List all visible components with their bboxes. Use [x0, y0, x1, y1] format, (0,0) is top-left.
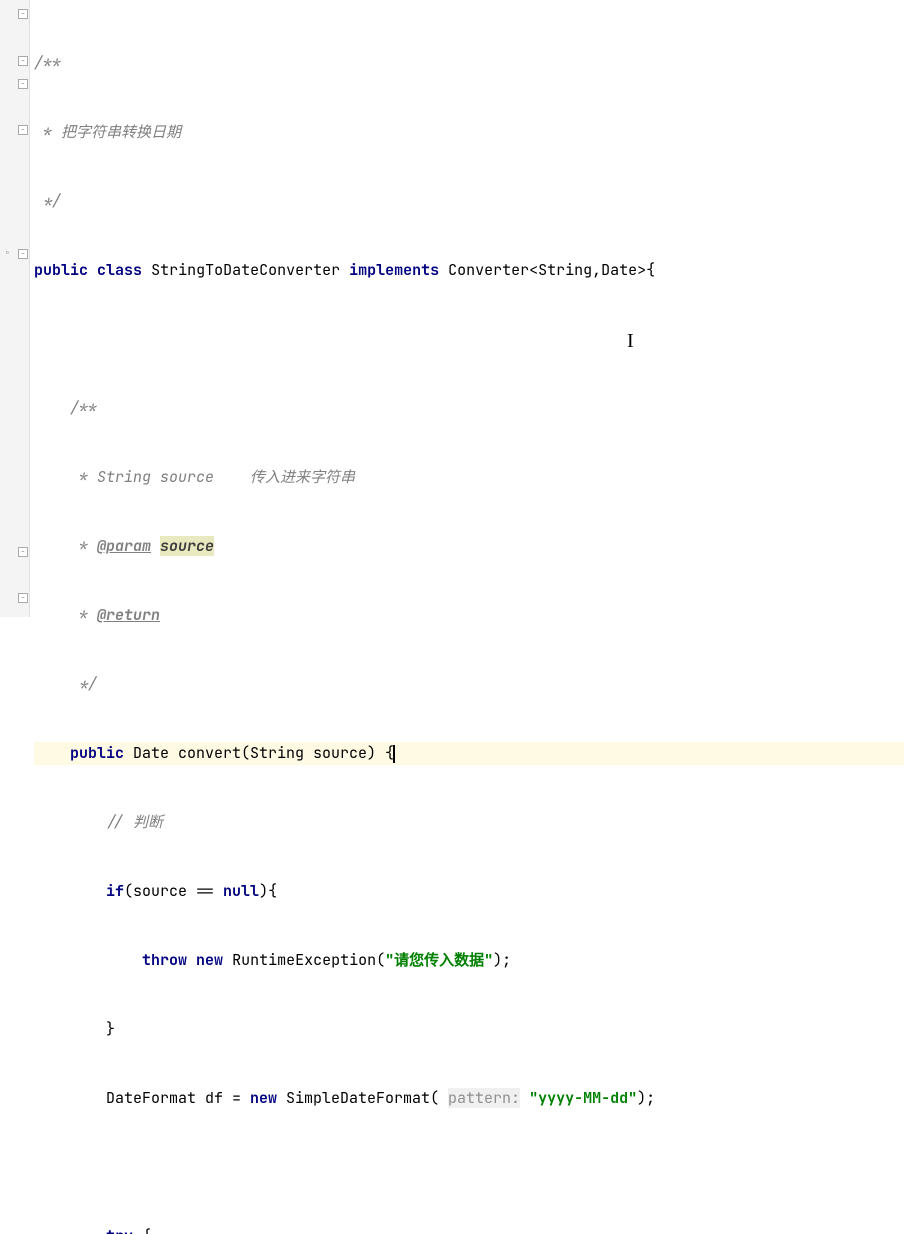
keyword: new	[250, 1088, 277, 1108]
keyword: throw	[142, 950, 187, 970]
doc-tag: @return	[97, 605, 160, 625]
fold-marker-icon[interactable]: −	[18, 593, 28, 603]
class-name: StringToDateConverter	[151, 260, 340, 280]
keyword: if	[106, 881, 124, 901]
fold-marker-icon[interactable]: −	[18, 79, 28, 89]
keyword: try	[106, 1226, 133, 1234]
override-gutter-icon[interactable]: ◦	[4, 246, 18, 260]
code-text: ){	[259, 881, 277, 901]
code-text: */	[34, 191, 61, 211]
code-text: String source	[97, 467, 214, 487]
code-text	[439, 260, 448, 280]
code-text	[151, 536, 160, 556]
code-text	[34, 881, 106, 901]
code-text: *	[34, 467, 97, 487]
code-text: /**	[34, 53, 61, 73]
code-text: Converter<String,Date>{	[448, 260, 655, 280]
code-text: */	[34, 674, 97, 694]
fold-marker-icon[interactable]: −	[18, 125, 28, 135]
comment: // 判断	[106, 812, 163, 832]
text-cursor-icon: I	[627, 330, 634, 353]
keyword: public	[34, 260, 88, 280]
current-line: public Date convert(String source) {	[34, 742, 904, 765]
code-text	[34, 950, 142, 970]
keyword: new	[196, 950, 223, 970]
code-text	[187, 950, 196, 970]
code-text: {	[133, 1226, 151, 1234]
code-text: }	[34, 1019, 115, 1039]
code-text	[520, 1088, 529, 1108]
code-text: SimpleDateFormat(	[277, 1088, 448, 1108]
code-text: );	[637, 1088, 655, 1108]
string-literal: "请您传入数据"	[385, 950, 493, 970]
code-text: 把字符串转换日期	[61, 122, 181, 142]
code-text	[142, 260, 151, 280]
inlay-hint: pattern:	[448, 1088, 520, 1108]
caret	[393, 745, 395, 763]
code-editor[interactable]: /** * 把字符串转换日期 */ public class StringToD…	[30, 0, 904, 617]
code-text: /**	[34, 398, 97, 418]
keyword: null	[223, 881, 259, 901]
code-text	[34, 812, 106, 832]
doc-param: source	[160, 536, 214, 556]
fold-marker-icon[interactable]: −	[18, 547, 28, 557]
keyword: implements	[349, 260, 439, 280]
string-literal: "yyyy-MM-dd"	[529, 1088, 637, 1108]
code-text: DateFormat df =	[34, 1088, 250, 1108]
code-text: *	[34, 536, 97, 556]
doc-tag: @param	[97, 536, 151, 556]
editor-gutter[interactable]: − − − − ◦ − − −	[0, 0, 30, 617]
code-text: *	[34, 122, 61, 142]
code-text: (source ==	[124, 881, 223, 901]
code-text: );	[493, 950, 511, 970]
fold-marker-icon[interactable]: −	[18, 56, 28, 66]
fold-marker-icon[interactable]: −	[18, 249, 28, 259]
keyword: class	[97, 260, 142, 280]
code-text: *	[34, 605, 97, 625]
code-text: 传入进来字符串	[214, 467, 355, 487]
code-text: RuntimeException(	[223, 950, 385, 970]
fold-marker-icon[interactable]: −	[18, 9, 28, 19]
code-text	[34, 1226, 106, 1234]
keyword: public	[34, 743, 124, 763]
code-text	[88, 260, 97, 280]
code-text: Date convert(String source)	[124, 743, 385, 763]
code-text	[340, 260, 349, 280]
